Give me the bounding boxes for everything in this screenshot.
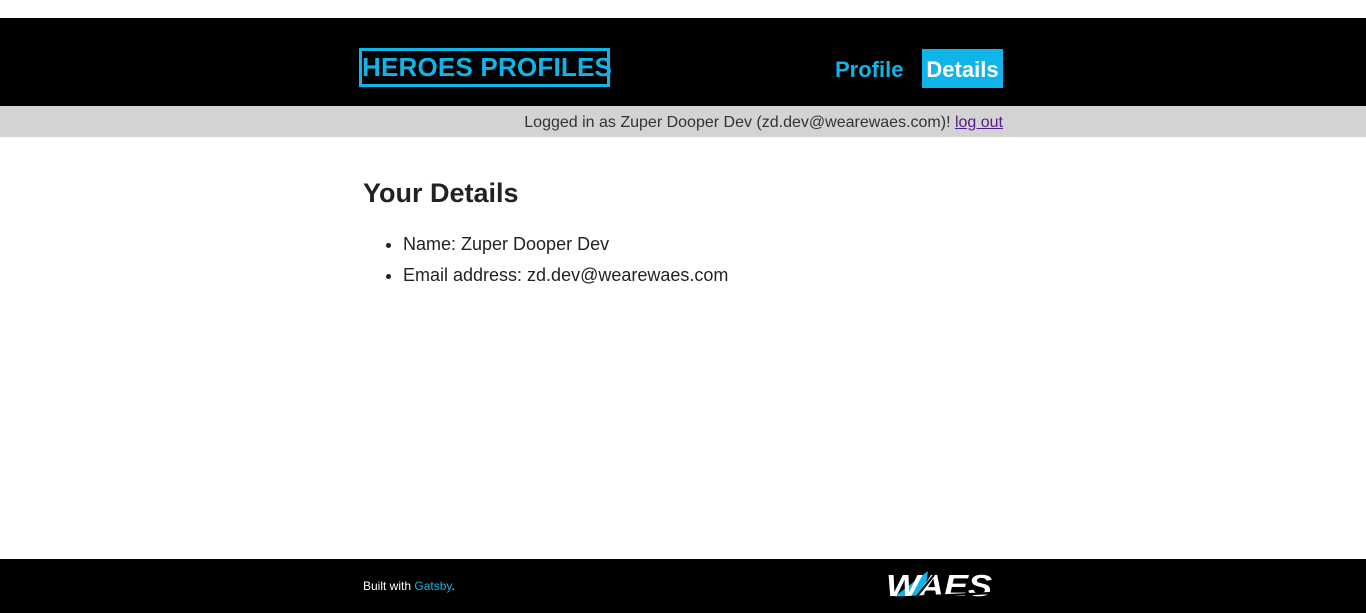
site-header: HEROES PROFILES Profile Details: [0, 18, 1366, 106]
nav-link-profile[interactable]: Profile: [832, 49, 906, 88]
built-with-text: Built with Gatsby.: [363, 578, 455, 594]
built-with-suffix: .: [451, 579, 455, 593]
built-with-prefix: Built with: [363, 579, 415, 593]
logout-link[interactable]: log out: [955, 114, 1003, 131]
site-logo-link[interactable]: HEROES PROFILES: [359, 48, 612, 87]
detail-item-email: Email address: zd.dev@wearewaes.com: [403, 260, 728, 291]
gatsby-link[interactable]: Gatsby: [414, 579, 451, 593]
login-status-text: Logged in as Zuper Dooper Dev (zd.dev@we…: [524, 114, 955, 131]
page-title: Your Details: [363, 178, 519, 208]
login-status: Logged in as Zuper Dooper Dev (zd.dev@we…: [524, 106, 1003, 137]
site-footer: Built with Gatsby. WAES: [0, 559, 1366, 613]
details-list: Name: Zuper Dooper Dev Email address: zd…: [363, 229, 728, 291]
nav-link-details[interactable]: Details: [922, 49, 1003, 88]
login-status-bar: Logged in as Zuper Dooper Dev (zd.dev@we…: [0, 106, 1366, 137]
detail-item-name: Name: Zuper Dooper Dev: [403, 229, 728, 260]
waes-logo: WAES: [886, 568, 992, 603]
